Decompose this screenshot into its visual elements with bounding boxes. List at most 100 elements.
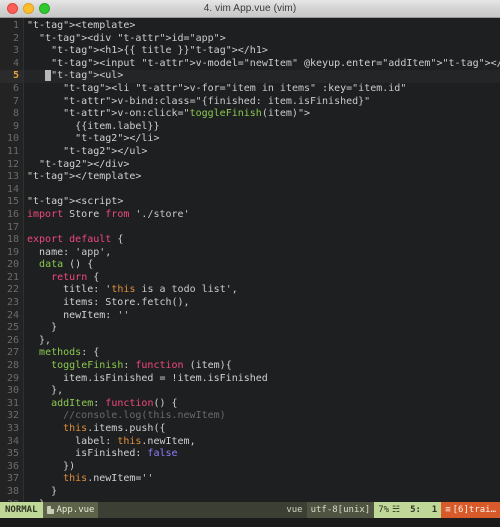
window-controls	[0, 3, 50, 14]
line-number: 24	[6, 309, 19, 321]
status-encoding: utf-8[unix]	[306, 502, 375, 519]
code-line[interactable]: "t-tag"><input "t-attr">v-model="newItem…	[24, 58, 500, 71]
code-line[interactable]: "t-tag2"></li>	[24, 133, 500, 146]
status-warning-segment[interactable]: ≡ [6]trai…	[441, 502, 500, 519]
code-line[interactable]: addItem: function() {	[24, 398, 500, 411]
line-number: 12	[6, 158, 19, 170]
status-filename: App.vue	[56, 505, 95, 516]
terminal-bottom-padding	[0, 518, 500, 527]
line-number: 35	[6, 448, 19, 460]
code-line[interactable]: {{item.label}}	[24, 121, 500, 134]
line-number: 2	[12, 32, 19, 44]
status-filename-segment[interactable]: App.vue	[42, 502, 99, 519]
line-number: 28	[6, 360, 19, 372]
code-line[interactable]: data () {	[24, 259, 500, 272]
line-number: 8	[12, 108, 19, 120]
line-number: 17	[6, 221, 19, 233]
editor-area[interactable]: 1 2 3 4 5 6 7 8 9 10 11 12 13 14 15 16 17 18 19 20 21 22 23 24 2…	[0, 18, 500, 503]
code-line[interactable]: items: Store.fetch(),	[24, 297, 500, 310]
code-line[interactable]: },	[24, 335, 500, 348]
line-number: 37	[6, 473, 19, 485]
status-position: 5: 1	[406, 502, 442, 519]
code-line[interactable]: import Store from './store'	[24, 209, 500, 222]
code-line[interactable]: isFinished: false	[24, 448, 500, 461]
code-line[interactable]: "t-tag"><script>	[24, 196, 500, 209]
code-line[interactable]: this.newItem=''	[24, 473, 500, 486]
code-line[interactable]: "t-tag"></template>	[24, 171, 500, 184]
code-line[interactable]: this.items.push({	[24, 423, 500, 436]
status-spacer	[98, 502, 283, 519]
code-line[interactable]: item.isFinished = !item.isFinished	[24, 373, 500, 386]
status-warning-text: [6]trai…	[452, 505, 496, 516]
status-filetype: vue	[282, 502, 307, 519]
line-number: 38	[6, 485, 19, 497]
line-number: 14	[6, 183, 19, 195]
line-number: 32	[6, 410, 19, 422]
line-number: 18	[6, 234, 19, 246]
code-line[interactable]: "t-attr">v-bind:class="{finished: item.i…	[24, 96, 500, 109]
line-number: 7	[12, 95, 19, 107]
code-line[interactable]: //console.log(this.newItem)	[24, 410, 500, 423]
line-number: 26	[6, 334, 19, 346]
status-percent: 7%	[378, 505, 390, 516]
code-line[interactable]: title: 'this is a todo list',	[24, 284, 500, 297]
code-line[interactable]: return {	[24, 272, 500, 285]
code-line[interactable]: "t-tag"><h1>{{ title }}"t-tag"></h1>	[24, 45, 500, 58]
code-line[interactable]: },	[24, 499, 500, 503]
code-line[interactable]: "t-attr">v-on:click="toggleFinish(item)"…	[24, 108, 500, 121]
file-icon	[46, 506, 54, 515]
line-number: 29	[6, 372, 19, 384]
code-line[interactable]: methods: {	[24, 347, 500, 360]
code-line-current[interactable]: "t-tag"><ul>	[24, 70, 500, 83]
line-number: 11	[6, 145, 19, 157]
minimize-button[interactable]	[23, 3, 34, 14]
code-line[interactable]: export default {	[24, 234, 500, 247]
code-line[interactable]: "t-tag2"></div>	[24, 159, 500, 172]
window-titlebar: 4. vim App.vue (vim)	[0, 0, 500, 18]
code-line[interactable]: name: 'app',	[24, 247, 500, 260]
line-number: 39	[0, 499, 23, 503]
line-number: 20	[6, 259, 19, 271]
code-line[interactable]: label: this.newItem,	[24, 436, 500, 449]
line-number: 25	[6, 322, 19, 334]
vim-statusline: NORMAL App.vue vue utf-8[unix] 7% ☵ 5: 1…	[0, 502, 500, 519]
code-line[interactable]: newItem: ''	[24, 310, 500, 323]
code-line[interactable]	[24, 184, 500, 197]
line-number: 31	[6, 397, 19, 409]
line-number: 4	[12, 57, 19, 69]
line-number: 22	[6, 284, 19, 296]
line-number: 36	[6, 460, 19, 472]
line-number: 9	[12, 120, 19, 132]
line-number: 3	[12, 45, 19, 57]
line-number-gutter: 1 2 3 4 5 6 7 8 9 10 11 12 13 14 15 16 17 18 19 20 21 22 23 24 2…	[0, 18, 24, 503]
line-number-current: 5	[0, 70, 23, 83]
code-line[interactable]: })	[24, 461, 500, 474]
code-line[interactable]: toggleFinish: function (item){	[24, 360, 500, 373]
vim-window: 4. vim App.vue (vim) 1 2 3 4 5 6 7 8 9 10 11 12 13 14…	[0, 0, 500, 527]
line-number: 21	[6, 271, 19, 283]
zoom-button[interactable]	[39, 3, 50, 14]
line-number: 27	[6, 347, 19, 359]
code-line[interactable]: "t-tag"><div "t-attr">id="app">	[24, 33, 500, 46]
code-line[interactable]: "t-tag"><li "t-attr">v-for="item in item…	[24, 83, 500, 96]
code-line[interactable]: "t-tag"><template>	[24, 20, 500, 33]
code-line[interactable]: "t-tag2"></ul>	[24, 146, 500, 159]
line-number: 1	[12, 20, 19, 31]
line-number: 19	[6, 246, 19, 258]
line-number: 13	[6, 171, 19, 183]
status-percent-segment: 7% ☵	[374, 502, 407, 519]
line-number: 16	[6, 208, 19, 220]
code-text-area[interactable]: "t-tag"><template> "t-tag"><div "t-attr"…	[24, 18, 500, 503]
line-number: 23	[6, 297, 19, 309]
code-line[interactable]	[24, 222, 500, 235]
code-line[interactable]: }	[24, 322, 500, 335]
percent-marker-icon: ☵	[392, 505, 401, 516]
code-line[interactable]: },	[24, 385, 500, 398]
list-lines-icon: ≡	[445, 505, 451, 516]
code-line[interactable]: }	[24, 486, 500, 499]
line-number: 10	[6, 133, 19, 145]
window-title: 4. vim App.vue (vim)	[203, 3, 297, 14]
line-number: 33	[6, 423, 19, 434]
line-number: 30	[6, 385, 19, 397]
close-button[interactable]	[7, 3, 18, 14]
